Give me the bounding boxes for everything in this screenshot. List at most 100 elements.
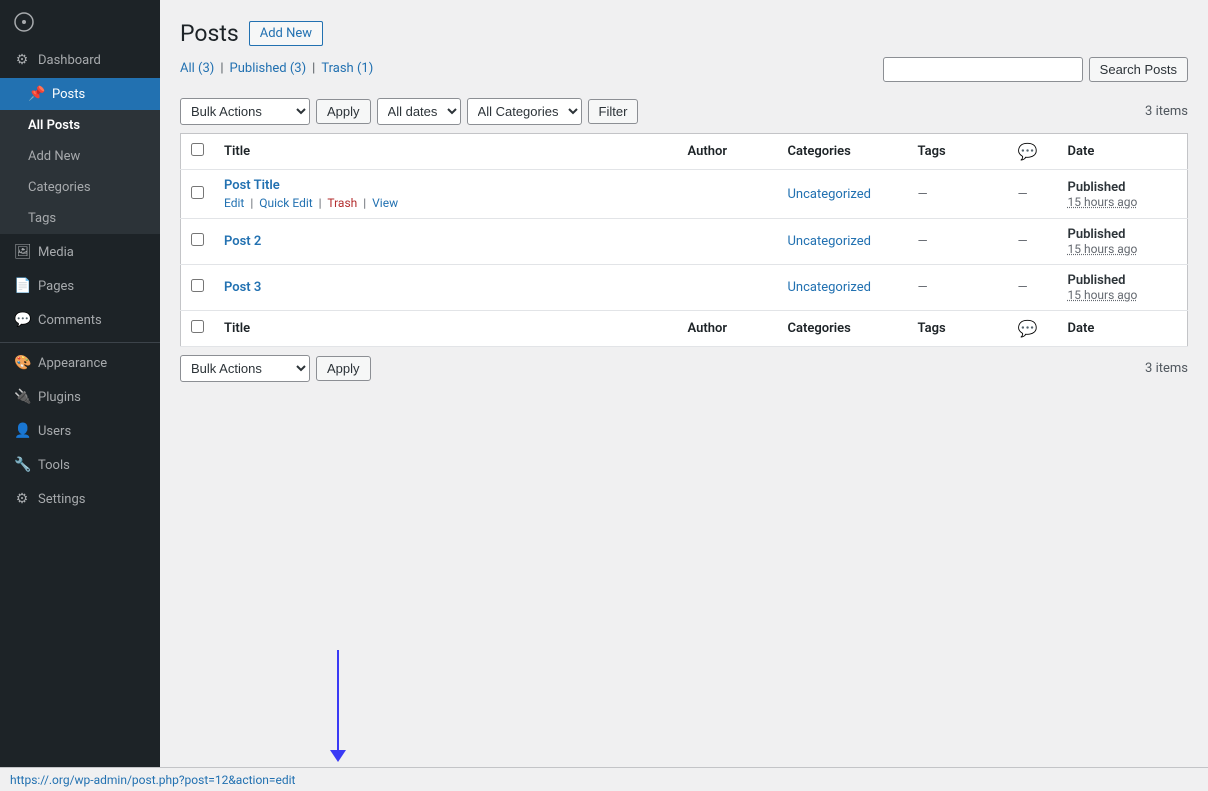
col-footer-title[interactable]: Title [214, 311, 678, 347]
col-header-title[interactable]: Title [214, 134, 678, 170]
sidebar-section-posts: 📌 Posts All Posts Add New Categories Tag… [0, 78, 160, 234]
row-1-categories: Uncategorized [778, 170, 908, 219]
items-count-top: 3 items [1145, 104, 1188, 119]
status-url: https://.org/wp-admin/post.php?post=12&a… [10, 773, 295, 787]
row-1-edit-link[interactable]: Edit [224, 196, 244, 210]
row-1-date: Published 15 hours ago [1058, 170, 1188, 219]
comment-bubble-icon-bottom: 💬 [1018, 319, 1038, 338]
sidebar-item-add-new[interactable]: Add New [0, 141, 160, 172]
col-header-categories[interactable]: Categories [778, 134, 908, 170]
row-3-author [678, 265, 778, 311]
row-3-checkbox[interactable] [191, 279, 204, 292]
sidebar-item-media[interactable]: 🖼 Media [0, 236, 160, 268]
col-footer-date[interactable]: Date [1058, 311, 1188, 347]
sidebar-item-all-posts-label: All Posts [28, 118, 80, 133]
media-icon: 🖼 [14, 244, 30, 260]
row-1-checkbox[interactable] [191, 186, 204, 199]
row-1-date-status: Published 15 hours ago [1068, 180, 1178, 209]
sidebar-item-dashboard-label: Dashboard [38, 53, 101, 68]
sidebar-item-pages[interactable]: 📄 Pages [0, 270, 160, 302]
row-1-quick-edit-link[interactable]: Quick Edit [259, 196, 312, 210]
col-footer-categories[interactable]: Categories [778, 311, 908, 347]
sidebar-section-appearance: 🎨 Appearance [0, 347, 160, 379]
sidebar-section-comments: 💬 Comments [0, 304, 160, 336]
toolbar-top-right: 3 items [1145, 104, 1188, 119]
all-dates-select[interactable]: All dates [377, 98, 461, 125]
add-new-button[interactable]: Add New [249, 21, 323, 46]
col-footer-author[interactable]: Author [678, 311, 778, 347]
sidebar-item-categories[interactable]: Categories [0, 172, 160, 203]
row-2-author [678, 219, 778, 265]
sidebar-item-tools[interactable]: 🔧 Tools [0, 449, 160, 481]
row-1-trash-link[interactable]: Trash [327, 196, 357, 210]
settings-icon: ⚙ [14, 491, 30, 507]
arrow-indicator [330, 650, 346, 762]
row-3-category-link[interactable]: Uncategorized [788, 280, 871, 295]
select-all-bottom-checkbox[interactable] [191, 320, 204, 333]
row-1-title-link[interactable]: Post Title [224, 178, 280, 193]
apply-button-bottom[interactable]: Apply [316, 356, 371, 381]
row-3-date: Published 15 hours ago [1058, 265, 1188, 311]
filter-link-trash[interactable]: Trash (1) [321, 61, 373, 76]
sidebar-item-categories-label: Categories [28, 180, 91, 195]
table-footer-row: Title Author Categories Tags 💬 Date [181, 311, 1188, 347]
table-header-row: Title Author Categories Tags 💬 Date [181, 134, 1188, 170]
search-posts-button[interactable]: Search Posts [1089, 57, 1188, 82]
col-footer-check [181, 311, 215, 347]
col-header-tags[interactable]: Tags [908, 134, 1008, 170]
row-1-comments: — [1008, 170, 1058, 219]
row-1-tags-value: — [918, 187, 928, 202]
row-1-view-link[interactable]: View [372, 196, 398, 210]
col-header-date[interactable]: Date [1058, 134, 1188, 170]
col-footer-tags[interactable]: Tags [908, 311, 1008, 347]
posts-icon: 📌 [28, 86, 44, 102]
sidebar-section-plugins: 🔌 Plugins [0, 381, 160, 413]
row-2-comments: — [1008, 219, 1058, 265]
row-1-author [678, 170, 778, 219]
row-2-date: Published 15 hours ago [1058, 219, 1188, 265]
sidebar-item-all-posts[interactable]: All Posts [0, 110, 160, 141]
filter-button[interactable]: Filter [588, 99, 639, 124]
all-categories-select[interactable]: All Categories [467, 98, 582, 125]
pages-icon: 📄 [14, 278, 30, 294]
select-all-checkbox[interactable] [191, 143, 204, 156]
sidebar-section-users: 👤 Users [0, 415, 160, 447]
row-1-actions: Edit | Quick Edit | Trash | View [224, 196, 668, 210]
items-count-bottom: 3 items [1145, 361, 1188, 376]
sidebar-item-comments[interactable]: 💬 Comments [0, 304, 160, 336]
sidebar-item-posts[interactable]: 📌 Posts [0, 78, 160, 110]
sidebar-item-users-label: Users [38, 424, 71, 439]
table-row: Post 2 Uncategorized — — Published 15 ho… [181, 219, 1188, 265]
apply-button-top[interactable]: Apply [316, 99, 371, 124]
row-3-tags: — [908, 265, 1008, 311]
sidebar-item-plugins[interactable]: 🔌 Plugins [0, 381, 160, 413]
search-input[interactable] [883, 57, 1083, 82]
row-2-checkbox[interactable] [191, 233, 204, 246]
sidebar-divider-1 [0, 342, 160, 343]
sidebar-item-tools-label: Tools [38, 458, 70, 473]
row-1-title-cell: Post Title Edit | Quick Edit | Trash | V… [214, 170, 678, 219]
bulk-actions-select-bottom[interactable]: Bulk Actions [180, 355, 310, 382]
sidebar-item-settings[interactable]: ⚙ Settings [0, 483, 160, 515]
sidebar-item-media-label: Media [38, 245, 74, 260]
row-2-check [181, 219, 215, 265]
bulk-actions-select-top[interactable]: Bulk Actions [180, 98, 310, 125]
row-2-category-link[interactable]: Uncategorized [788, 234, 871, 249]
tools-icon: 🔧 [14, 457, 30, 473]
sidebar-item-comments-label: Comments [38, 313, 102, 328]
filter-link-published[interactable]: Published (3) [230, 61, 307, 76]
sidebar-item-tags[interactable]: Tags [0, 203, 160, 234]
row-1-category-link[interactable]: Uncategorized [788, 187, 871, 202]
filter-link-all[interactable]: All (3) [180, 61, 214, 76]
sidebar-section-pages: 📄 Pages [0, 270, 160, 302]
sidebar-item-users[interactable]: 👤 Users [0, 415, 160, 447]
sidebar-item-dashboard[interactable]: ⚙ Dashboard [0, 44, 160, 76]
sidebar-item-appearance[interactable]: 🎨 Appearance [0, 347, 160, 379]
col-header-author[interactable]: Author [678, 134, 778, 170]
row-2-title-link[interactable]: Post 2 [224, 234, 261, 249]
row-3-title-link[interactable]: Post 3 [224, 280, 261, 295]
row-2-tags-value: — [918, 234, 928, 249]
row-3-date-status: Published 15 hours ago [1068, 273, 1178, 302]
sidebar-section-dashboard: ⚙ Dashboard [0, 44, 160, 76]
separator-2: | [312, 61, 315, 76]
